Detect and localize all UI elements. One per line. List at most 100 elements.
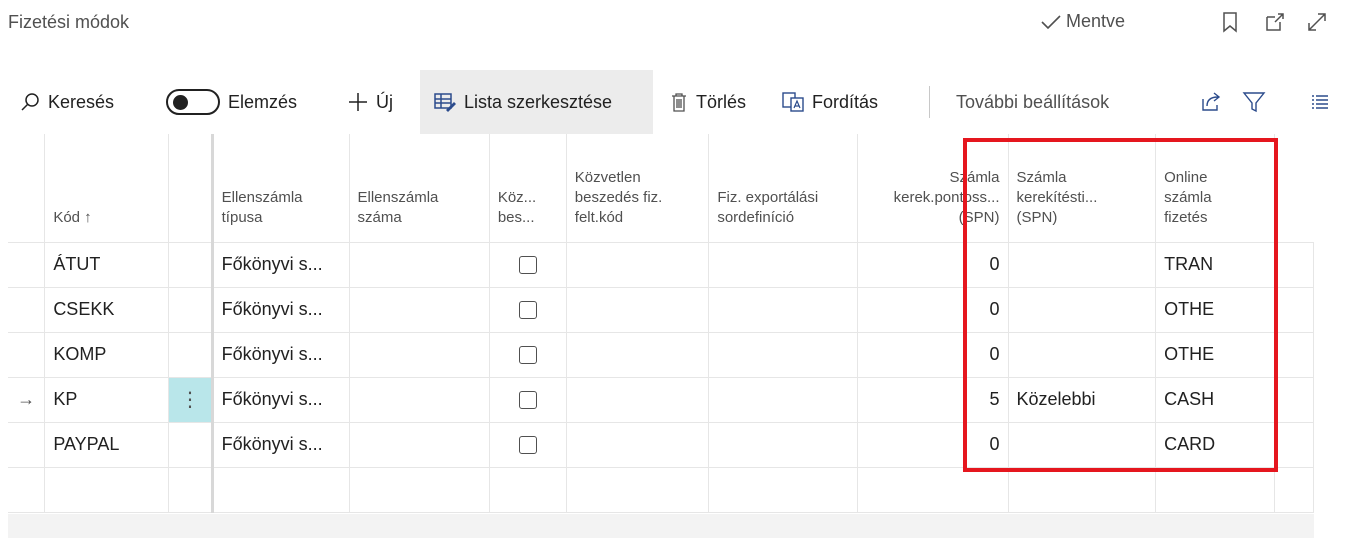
checkbox[interactable] [518, 346, 537, 365]
pontossag-cell[interactable]: 0 [856, 241, 1009, 288]
fiz-export-cell[interactable] [708, 466, 858, 513]
row-menu-cell[interactable] [168, 241, 213, 288]
table-row[interactable]: ÁTUT Főkönyvi s... 0 TRAN [8, 241, 1314, 288]
online-cell[interactable]: TRAN [1155, 241, 1276, 288]
bookmark-icon[interactable] [1217, 8, 1243, 36]
koz-checkbox-cell[interactable] [488, 376, 567, 423]
kod-cell[interactable]: KOMP [44, 331, 170, 378]
kozvetlen-cell[interactable] [565, 376, 710, 423]
koz-checkbox-cell[interactable] [488, 241, 567, 288]
table-row-selected[interactable]: → KP ⋮ Főkönyvi s... 5 Közelebbi CASH [8, 376, 1314, 423]
koz-checkbox-cell[interactable] [488, 331, 567, 378]
kozvetlen-cell[interactable] [565, 241, 710, 288]
table-row[interactable]: KOMP Főkönyvi s... 0 OTHE [8, 331, 1314, 378]
pontossag-cell[interactable]: 0 [856, 421, 1009, 468]
toggle-switch[interactable] [166, 89, 220, 115]
scroll-footer [8, 514, 1314, 538]
ellenszamla-szam-cell[interactable] [348, 376, 490, 423]
online-cell[interactable]: CARD [1155, 421, 1276, 468]
kod-cell[interactable]: ÁTUT [44, 241, 170, 288]
ellenszamla-szam-cell[interactable] [348, 286, 490, 333]
column-header-kod[interactable]: Kód ↑ [44, 134, 169, 243]
column-header-menu [168, 134, 213, 243]
kerekites-cell[interactable]: Közelebbi [1007, 376, 1157, 423]
online-cell[interactable]: OTHE [1155, 331, 1276, 378]
checkbox[interactable] [518, 256, 537, 275]
kozvetlen-cell[interactable] [565, 331, 710, 378]
online-cell[interactable]: OTHE [1155, 286, 1276, 333]
column-header-szamla-kerekitesi[interactable]: Számla kerekítésti... (SPN) [1007, 134, 1156, 243]
delete-button[interactable]: Törlés [670, 70, 746, 134]
online-cell[interactable]: CASH [1155, 376, 1276, 423]
fiz-export-cell[interactable] [708, 421, 858, 468]
table-row[interactable]: CSEKK Főkönyvi s... 0 OTHE [8, 286, 1314, 333]
pontossag-cell[interactable]: 5 [856, 376, 1009, 423]
checkbox[interactable] [518, 391, 537, 410]
ellenszamla-tipus-cell[interactable] [210, 466, 350, 513]
kerekites-cell[interactable] [1007, 241, 1157, 288]
ellenszamla-szam-cell[interactable] [348, 466, 490, 513]
checkbox[interactable] [518, 436, 537, 455]
column-header-online[interactable]: Online számla fizetés [1155, 134, 1275, 243]
row-menu-cell[interactable] [168, 331, 213, 378]
koz-checkbox-cell[interactable] [488, 286, 567, 333]
edit-list-icon [434, 93, 456, 112]
fiz-export-cell[interactable] [708, 331, 858, 378]
online-cell[interactable] [1155, 466, 1276, 513]
pontossag-cell[interactable]: 0 [856, 286, 1009, 333]
ellenszamla-tipus-cell[interactable]: Főkönyvi s... [210, 331, 350, 378]
kozvetlen-cell[interactable] [565, 421, 710, 468]
kozvetlen-cell[interactable] [565, 466, 710, 513]
column-header-koz[interactable]: Köz... bes... [488, 134, 567, 243]
kod-cell[interactable]: PAYPAL [44, 421, 170, 468]
kerekites-cell[interactable] [1007, 466, 1157, 513]
row-menu-cell[interactable] [168, 421, 213, 468]
pontossag-cell[interactable]: 0 [856, 331, 1009, 378]
expand-icon[interactable] [1304, 8, 1330, 36]
edit-list-button[interactable]: Lista szerkesztése [420, 70, 653, 134]
fiz-export-cell[interactable] [708, 241, 858, 288]
column-header-szamla-kerek-pontossag[interactable]: Számla kerek.pontoss... (SPN) [856, 134, 1008, 243]
search-button[interactable]: Keresés [20, 70, 114, 134]
pontossag-cell[interactable] [856, 466, 1009, 513]
table-row-empty[interactable] [8, 466, 1314, 513]
column-header-ellenszamla-tipus[interactable]: Ellenszámla típusa [210, 134, 350, 243]
table-row[interactable]: PAYPAL Főkönyvi s... 0 CARD [8, 421, 1314, 468]
open-new-window-icon[interactable] [1262, 8, 1288, 36]
ellenszamla-tipus-cell[interactable]: Főkönyvi s... [210, 286, 350, 333]
new-button[interactable]: Új [348, 70, 393, 134]
row-marker-cell [8, 331, 46, 378]
filter-icon[interactable] [1242, 70, 1266, 134]
extra-cell [1274, 376, 1314, 423]
checkbox[interactable] [518, 301, 537, 320]
kod-cell[interactable]: CSEKK [44, 286, 170, 333]
row-menu-button[interactable]: ⋮ [168, 376, 213, 423]
fiz-export-cell[interactable] [708, 286, 858, 333]
kod-cell[interactable] [44, 466, 170, 513]
ellenszamla-szam-cell[interactable] [348, 241, 490, 288]
column-header-kozvetlen[interactable]: Közvetlen beszedés fiz. felt.kód [565, 134, 709, 243]
ellenszamla-tipus-cell[interactable]: Főkönyvi s... [210, 241, 350, 288]
kerekites-cell[interactable] [1007, 286, 1157, 333]
translate-button[interactable]: Fordítás [782, 70, 878, 134]
fiz-export-cell[interactable] [708, 376, 858, 423]
kerekites-cell[interactable] [1007, 331, 1157, 378]
ellenszamla-tipus-cell[interactable]: Főkönyvi s... [210, 421, 350, 468]
ellenszamla-tipus-cell[interactable]: Főkönyvi s... [210, 376, 350, 423]
ellenszamla-szam-cell[interactable] [348, 421, 490, 468]
column-header-fiz-export[interactable]: Fiz. exportálási sordefiníció [708, 134, 858, 243]
share-icon[interactable] [1200, 70, 1222, 134]
koz-checkbox-cell[interactable] [488, 421, 567, 468]
row-menu-cell[interactable] [168, 466, 213, 513]
kerekites-cell[interactable] [1007, 421, 1157, 468]
more-options-button[interactable]: További beállítások [956, 70, 1109, 134]
list-icon[interactable] [1311, 70, 1329, 134]
row-menu-cell[interactable] [168, 286, 213, 333]
koz-checkbox-cell[interactable] [488, 466, 567, 513]
analysis-toggle[interactable]: Elemzés [166, 70, 297, 134]
kod-cell[interactable]: KP [44, 376, 170, 423]
ellenszamla-szam-cell[interactable] [348, 331, 490, 378]
column-header-ellenszamla-szam[interactable]: Ellenszámla száma [348, 134, 490, 243]
kozvetlen-cell[interactable] [565, 286, 710, 333]
row-marker-cell [8, 286, 46, 333]
